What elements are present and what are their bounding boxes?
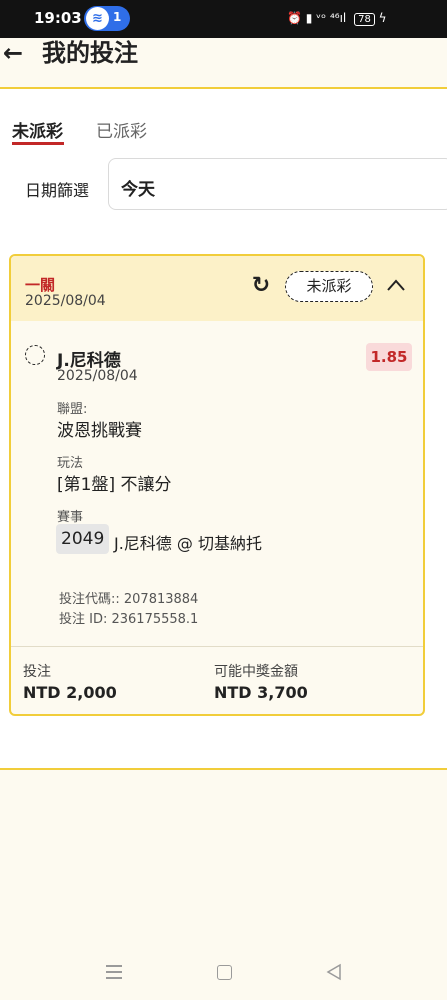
stake-value: NTD 2,000 xyxy=(23,683,117,702)
payout-value: NTD 3,700 xyxy=(214,683,308,702)
bet-code: 投注代碼:: 207813884 xyxy=(59,592,199,607)
event-name: J.尼科德 @ 切基納托 xyxy=(114,534,262,553)
status-badge: 未派彩 xyxy=(285,271,373,302)
league-value: 波恩挑戰賽 xyxy=(57,421,142,441)
app-header: ← 我的投注 xyxy=(0,38,447,88)
event-id-badge: 2049 xyxy=(56,524,110,554)
main-content: 未派彩 已派彩 日期篩選 今天 一關 2025/08/04 ↻ 未派彩 J.尼科… xyxy=(0,89,447,769)
bet-type: 一關 xyxy=(25,276,56,294)
stake-label: 投注 xyxy=(23,664,51,680)
page-title: 我的投注 xyxy=(42,39,138,67)
market-value: [第1盤] 不讓分 xyxy=(57,475,172,495)
notification-pill[interactable]: ≋ 1 xyxy=(84,6,130,31)
bet-date: 2025/08/04 xyxy=(25,293,106,309)
battery-icon: 78 xyxy=(354,13,375,26)
recent-apps-icon[interactable] xyxy=(106,965,122,979)
selection-status-icon xyxy=(25,345,45,365)
wifi-icon: ≋ xyxy=(86,7,109,30)
active-tab-indicator xyxy=(12,142,64,145)
back-triangle-icon[interactable] xyxy=(325,963,343,981)
bet-id: 投注 ID: 236175558.1 xyxy=(59,612,199,627)
date-filter-value: 今天 xyxy=(121,180,155,200)
status-time: 19:03 xyxy=(34,9,82,27)
event-label: 賽事 xyxy=(57,510,84,525)
date-filter-label: 日期篩選 xyxy=(25,181,90,200)
charging-icon: ϟ xyxy=(378,11,387,25)
league-label: 聯盟: xyxy=(57,402,88,417)
notification-count: 1 xyxy=(113,10,122,24)
tab-settled[interactable]: 已派彩 xyxy=(96,117,147,142)
status-icons: ⏰ ▮ ᵛᵒ ⁴⁶ıl xyxy=(287,11,347,25)
odds-badge: 1.85 xyxy=(366,343,412,371)
chevron-up-icon[interactable] xyxy=(385,275,407,297)
bet-card-header[interactable]: 一關 2025/08/04 ↻ 未派彩 xyxy=(11,256,423,321)
market-label: 玩法 xyxy=(57,456,84,471)
back-arrow-icon[interactable]: ← xyxy=(3,38,23,68)
bet-card: 一關 2025/08/04 ↻ 未派彩 J.尼科德 1.85 2025/08/0… xyxy=(9,254,425,716)
date-filter-select[interactable]: 今天 xyxy=(108,158,447,210)
home-icon[interactable] xyxy=(217,965,232,980)
tab-unsettled[interactable]: 未派彩 xyxy=(12,117,63,142)
status-bar: 19:03 ≋ 1 ⏰ ▮ ᵛᵒ ⁴⁶ıl 78 ϟ xyxy=(0,0,447,38)
footer-divider xyxy=(0,768,447,770)
card-divider xyxy=(11,646,423,647)
system-nav-bar xyxy=(0,944,447,1000)
payout-label: 可能中獎金額 xyxy=(214,664,298,680)
selection-date: 2025/08/04 xyxy=(57,368,138,384)
refresh-icon[interactable]: ↻ xyxy=(249,275,273,299)
status-indicators: ⏰ ▮ ᵛᵒ ⁴⁶ıl 78 ϟ xyxy=(287,11,387,26)
